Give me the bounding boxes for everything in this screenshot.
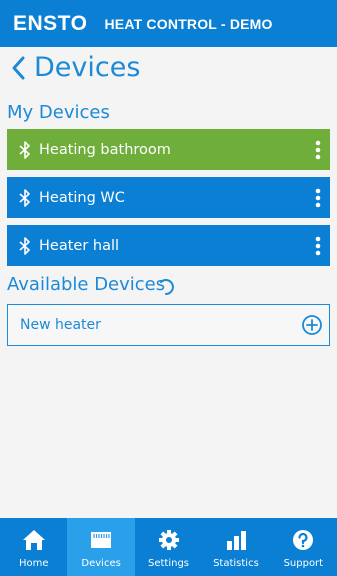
- bluetooth-icon: [13, 140, 37, 159]
- nav-label: Settings: [148, 558, 190, 569]
- nav-label: Statistics: [213, 558, 259, 569]
- nav-label: Support: [283, 558, 324, 569]
- ensto-logo: ENSTO: [13, 11, 88, 35]
- device-row-heating-wc[interactable]: Heating WC: [7, 177, 330, 218]
- bottom-nav: Home Devices Settings Statistics Support: [0, 518, 337, 576]
- help-icon: [293, 530, 314, 550]
- nav-item-statistics[interactable]: Statistics: [202, 518, 269, 576]
- nav-label: Devices: [81, 558, 121, 569]
- app-title: HEAT CONTROL - DEMO: [104, 15, 273, 32]
- nav-item-settings[interactable]: Settings: [135, 518, 202, 576]
- nav-item-home[interactable]: Home: [0, 518, 67, 576]
- device-row-heater-hall[interactable]: Heater hall: [7, 225, 330, 266]
- available-device-row-new-heater[interactable]: New heater: [7, 304, 330, 346]
- nav-item-devices[interactable]: Devices: [67, 518, 135, 576]
- device-label: Heating bathroom: [39, 141, 171, 158]
- nav-label: Home: [18, 558, 49, 569]
- header-bar: ENSTO HEAT CONTROL - DEMO: [0, 0, 337, 47]
- back-button[interactable]: Devices: [10, 52, 140, 83]
- loading-spinner-icon: [160, 279, 174, 295]
- my-devices-heading: My Devices: [7, 102, 110, 123]
- add-circle-icon[interactable]: [301, 314, 323, 336]
- page-title: Devices: [34, 52, 141, 83]
- more-options-icon[interactable]: [306, 129, 330, 170]
- device-label: Heating WC: [39, 189, 125, 206]
- bluetooth-icon: [13, 188, 37, 207]
- chevron-left-icon: [12, 56, 25, 79]
- devices-icon: [91, 532, 112, 548]
- more-options-icon[interactable]: [306, 225, 330, 266]
- more-options-icon[interactable]: [306, 177, 330, 218]
- device-label: Heater hall: [39, 237, 120, 254]
- nav-item-support[interactable]: Support: [270, 518, 337, 576]
- device-row-heating-bathroom[interactable]: Heating bathroom: [7, 129, 330, 170]
- bluetooth-icon: [13, 236, 37, 255]
- bar-chart-icon: [226, 531, 246, 550]
- available-devices-heading: Available Devices: [7, 274, 166, 295]
- home-icon: [22, 530, 45, 550]
- gear-icon: [158, 530, 179, 550]
- device-label: New heater: [20, 317, 101, 333]
